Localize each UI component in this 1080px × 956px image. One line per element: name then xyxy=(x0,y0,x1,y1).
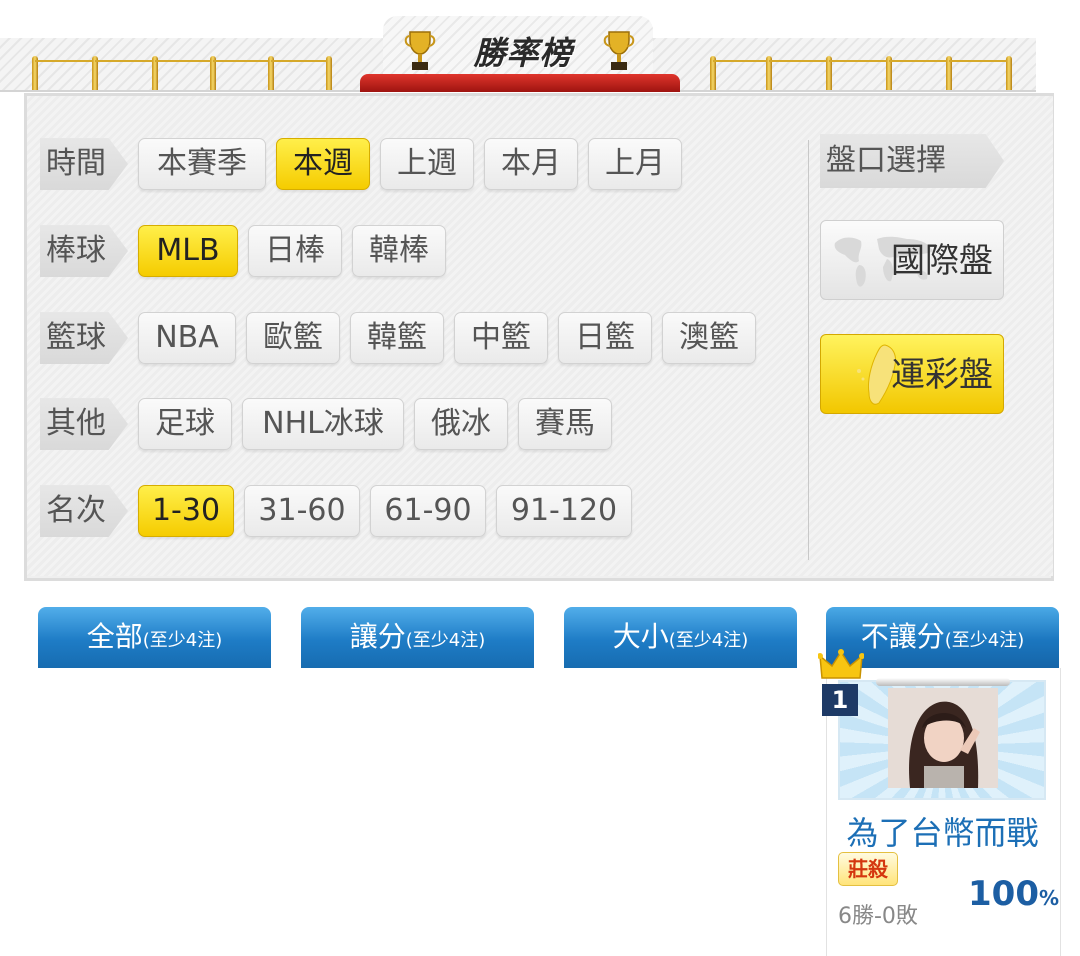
frame-rod xyxy=(876,678,1010,686)
baseball-option-mlb[interactable]: MLB xyxy=(138,225,238,277)
win-rate-value: 100 xyxy=(968,874,1039,914)
win-rate: 100% xyxy=(968,874,1059,914)
tab-all-note: (至少4注) xyxy=(142,630,223,651)
rope xyxy=(271,60,327,68)
rank-option-61-90[interactable]: 61-90 xyxy=(370,485,486,537)
rope xyxy=(95,60,153,68)
other-option-khl[interactable]: 俄冰 xyxy=(414,398,508,450)
rope xyxy=(949,60,1007,68)
rope xyxy=(213,60,269,68)
rope xyxy=(829,60,887,68)
basketball-option-euro[interactable]: 歐籃 xyxy=(246,312,340,364)
rope xyxy=(889,60,947,68)
avatar-image xyxy=(888,688,998,788)
rank-option-1-30[interactable]: 1-30 xyxy=(138,485,234,537)
tab-spread[interactable]: 讓分(至少4注) xyxy=(301,607,534,668)
tab-over-under[interactable]: 大小(至少4注) xyxy=(564,607,797,668)
other-option-horse-racing[interactable]: 賽馬 xyxy=(518,398,612,450)
player-name[interactable]: 為了台幣而戰 xyxy=(826,808,1059,854)
rope xyxy=(155,60,211,68)
page-title: 勝率榜 xyxy=(473,34,573,72)
avatar[interactable] xyxy=(888,688,998,788)
baseball-option-npb[interactable]: 日棒 xyxy=(248,225,342,277)
player-tag-badge: 莊殺 xyxy=(838,852,898,886)
tab-moneyline-note: (至少4注) xyxy=(944,630,1025,651)
basketball-option-china[interactable]: 中籃 xyxy=(454,312,548,364)
other-option-soccer[interactable]: 足球 xyxy=(138,398,232,450)
time-option-season[interactable]: 本賽季 xyxy=(138,138,266,190)
tab-moneyline-label: 不讓分 xyxy=(860,620,945,653)
time-option-last-week[interactable]: 上週 xyxy=(380,138,474,190)
rope xyxy=(713,60,767,68)
rank-option-91-120[interactable]: 91-120 xyxy=(496,485,632,537)
rope xyxy=(769,60,827,68)
time-option-this-month[interactable]: 本月 xyxy=(484,138,578,190)
local-lottery-market-button[interactable]: 運彩盤 xyxy=(820,334,1004,414)
rope xyxy=(35,60,93,68)
basketball-option-nba[interactable]: NBA xyxy=(138,312,236,364)
tab-spread-label: 讓分 xyxy=(349,620,406,653)
win-rate-unit: % xyxy=(1038,886,1060,910)
market-label: 盤口選擇 xyxy=(820,134,1004,188)
trophy-icon xyxy=(603,31,635,70)
win-loss-record: 6勝-0敗 xyxy=(838,904,918,929)
rank-number-badge: 1 xyxy=(822,684,858,716)
red-carpet-stage xyxy=(360,74,680,92)
local-lottery-market-label: 運彩盤 xyxy=(891,355,993,395)
time-option-this-week[interactable]: 本週 xyxy=(276,138,370,190)
rank-option-31-60[interactable]: 31-60 xyxy=(244,485,360,537)
panel-divider xyxy=(808,140,809,560)
tab-all-label: 全部 xyxy=(86,620,143,653)
basketball-option-japan[interactable]: 日籃 xyxy=(558,312,652,364)
other-option-nhl[interactable]: NHL冰球 xyxy=(242,398,404,450)
baseball-option-kbo[interactable]: 韓棒 xyxy=(352,225,446,277)
basketball-option-korea[interactable]: 韓籃 xyxy=(350,312,444,364)
tab-over-under-label: 大小 xyxy=(612,620,669,653)
crown-icon xyxy=(818,649,864,679)
tab-all[interactable]: 全部(至少4注) xyxy=(38,607,271,668)
international-market-label: 國際盤 xyxy=(891,241,993,281)
basketball-option-australia[interactable]: 澳籃 xyxy=(662,312,756,364)
international-market-button[interactable]: 國際盤 xyxy=(820,220,1004,300)
tab-over-under-note: (至少4注) xyxy=(668,630,749,651)
trophy-icon xyxy=(404,31,436,70)
time-option-last-month[interactable]: 上月 xyxy=(588,138,682,190)
tab-spread-note: (至少4注) xyxy=(405,630,486,651)
